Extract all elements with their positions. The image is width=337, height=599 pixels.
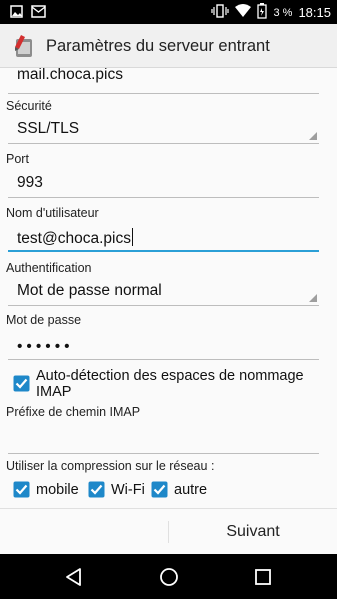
security-label: Sécurité [6, 99, 52, 113]
vibrate-icon [211, 4, 230, 21]
compression-mobile-label[interactable]: mobile [36, 482, 79, 498]
action-bar: Paramètres du serveur entrant [0, 24, 337, 68]
recents-icon[interactable] [252, 566, 274, 588]
home-icon[interactable] [158, 566, 180, 588]
port-value: 993 [17, 174, 43, 191]
port-field[interactable]: 993 [8, 170, 319, 198]
text-cursor [131, 228, 133, 246]
auth-label: Authentification [6, 261, 92, 275]
password-value: •••••• [17, 338, 74, 355]
username-label: Nom d'utilisateur [6, 206, 99, 220]
security-spinner[interactable]: SSL/TLS [8, 116, 319, 144]
compression-label: Utiliser la compression sur le réseau : [6, 459, 215, 473]
image-icon [10, 5, 23, 23]
wifi-icon [235, 4, 252, 21]
clock: 18:15 [298, 5, 331, 20]
dropdown-arrow-icon [309, 294, 317, 302]
checkbox-checked-icon [13, 481, 30, 498]
auth-spinner[interactable]: Mot de passe normal [8, 278, 319, 306]
battery-percent: 3 % [273, 6, 293, 19]
password-field[interactable]: •••••• [8, 332, 319, 360]
checkbox-checked-icon [88, 481, 105, 498]
compression-other-label[interactable]: autre [174, 482, 207, 498]
battery-icon [257, 3, 268, 22]
username-text: test@choca.pics [17, 230, 131, 247]
auth-value: Mot de passe normal [17, 282, 162, 299]
compression-wifi-label[interactable]: Wi-Fi [111, 482, 145, 498]
status-bar: 3 % 18:15 [0, 0, 337, 24]
username-value: test@choca.pics [17, 228, 133, 248]
server-value: mail.choca.pics [17, 68, 123, 83]
settings-form[interactable]: mail.choca.pics Sécurité SSL/TLS Port 99… [0, 68, 337, 508]
security-value: SSL/TLS [17, 120, 80, 137]
app-settings-icon [12, 33, 36, 59]
compression-mobile-checkbox[interactable] [13, 481, 30, 498]
dropdown-arrow-icon [309, 132, 317, 140]
password-label: Mot de passe [6, 313, 82, 327]
back-icon[interactable] [63, 566, 85, 588]
page-title: Paramètres du serveur entrant [46, 37, 270, 55]
autodetect-checkbox[interactable] [13, 375, 30, 392]
compression-wifi-checkbox[interactable] [88, 481, 105, 498]
autodetect-label[interactable]: Auto-détection des espaces de nommage IM… [36, 368, 326, 400]
compression-other-checkbox[interactable] [151, 481, 168, 498]
imap-prefix-field[interactable] [8, 426, 319, 454]
checkbox-checked-icon [13, 375, 30, 392]
username-field[interactable]: test@choca.pics [8, 224, 319, 252]
imap-prefix-label: Préfixe de chemin IMAP [6, 405, 141, 419]
next-button[interactable]: Suivant [169, 509, 337, 555]
port-label: Port [6, 152, 29, 166]
navigation-bar [0, 554, 337, 599]
checkbox-checked-icon [151, 481, 168, 498]
server-field[interactable]: mail.choca.pics [8, 68, 319, 94]
button-bar: Suivant [0, 508, 337, 554]
mail-icon [31, 5, 46, 23]
